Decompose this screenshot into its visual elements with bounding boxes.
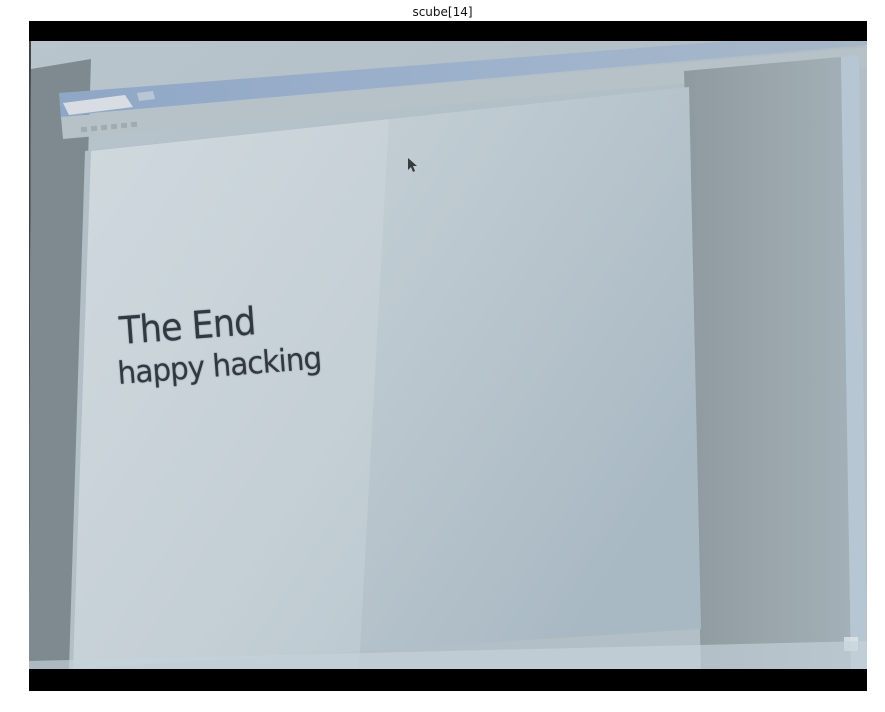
right-gray-panel [684,57,851,669]
figure-canvas: scube[14] The End happy hacking [0,0,885,712]
video-frame: The End happy hacking [29,21,867,691]
mouse-cursor-icon [408,158,417,172]
projection-scene [29,41,867,669]
figure-title: scube[14] [412,5,473,19]
slide-glare [73,119,389,669]
projected-screen-photo: The End happy hacking [29,41,867,669]
